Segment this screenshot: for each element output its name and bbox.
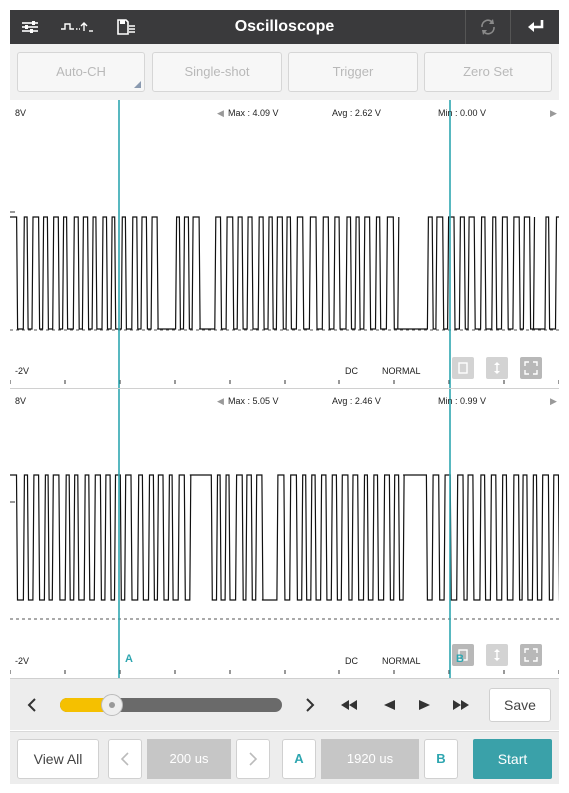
waveform-canvas — [10, 100, 559, 678]
refresh-icon[interactable] — [468, 10, 508, 44]
ch1-fullscreen-button[interactable] — [520, 357, 542, 379]
ch2-coupling: DC — [345, 656, 358, 666]
timebase-increase-button[interactable] — [236, 739, 270, 779]
chevron-right-icon — [306, 698, 315, 712]
view-all-button[interactable]: View All — [17, 739, 99, 779]
cursor-a-marker[interactable]: A — [125, 653, 133, 665]
ch1-max: Max : 4.09 V — [228, 108, 279, 118]
expand-icon — [524, 648, 538, 662]
ch1-min: Min : 0.00 V — [438, 108, 487, 118]
timebase-value: 200 us — [147, 739, 231, 779]
scroll-right-button[interactable] — [298, 693, 322, 717]
signal-probe-icon[interactable] — [54, 10, 100, 44]
ch2-waveform — [10, 474, 559, 601]
ch2-avg: Avg : 2.46 V — [332, 396, 381, 406]
oscilloscope-app: Oscilloscope Auto-CH Single-shot Trigger… — [0, 0, 569, 793]
fast-rewind-button[interactable] — [336, 693, 362, 717]
ch2-next-arrow-icon[interactable]: ▶ — [550, 396, 557, 407]
updown-arrows-icon — [494, 649, 500, 661]
auto-ch-button[interactable]: Auto-CH — [17, 52, 145, 92]
ch1-avg: Avg : 2.62 V — [332, 108, 381, 118]
cursor-delta-value: 1920 us — [321, 739, 419, 779]
scroll-left-button[interactable] — [20, 693, 44, 717]
timeline-slider-knob[interactable] — [101, 694, 123, 716]
scope-display[interactable]: 8V ◀ Max : 4.09 V Avg : 2.62 V Min : 0.0… — [10, 100, 559, 678]
timeline-slider[interactable] — [60, 694, 282, 716]
ch2-vertical-scale-button[interactable] — [486, 644, 508, 666]
save-button[interactable]: Save — [489, 688, 551, 722]
cursor-b-marker[interactable]: B — [456, 653, 464, 665]
square-icon — [458, 362, 468, 374]
ch1-next-arrow-icon[interactable]: ▶ — [550, 108, 557, 119]
updown-arrows-icon — [494, 362, 500, 374]
ch1-vertical-scale-button[interactable] — [486, 357, 508, 379]
ch2-max: Max : 5.05 V — [228, 396, 279, 406]
ch1-waveform — [10, 216, 559, 330]
header-divider — [465, 10, 466, 44]
expand-icon — [524, 361, 538, 375]
chevron-left-icon — [120, 752, 129, 766]
fast-forward-button[interactable] — [448, 693, 474, 717]
chevron-right-icon — [249, 752, 258, 766]
save-file-icon[interactable] — [106, 10, 146, 44]
start-button[interactable]: Start — [473, 739, 552, 779]
ch1-bottom-label: -2V — [15, 366, 30, 376]
trigger-button[interactable]: Trigger — [288, 52, 418, 92]
fast-rewind-icon — [341, 700, 357, 710]
ch2-fullscreen-button[interactable] — [520, 644, 542, 666]
ch1-channel-toggle-button[interactable] — [452, 357, 474, 379]
ch2-mode: NORMAL — [382, 656, 421, 666]
ch1-mode: NORMAL — [382, 366, 421, 376]
trigger-label: Trigger — [332, 64, 374, 79]
ch2-prev-arrow-icon[interactable]: ◀ — [217, 396, 224, 407]
step-back-button[interactable] — [376, 693, 402, 717]
cursor-a-button[interactable]: A — [282, 739, 316, 779]
back-arrow-icon[interactable] — [516, 10, 556, 44]
play-reverse-icon — [384, 700, 395, 710]
ch1-prev-arrow-icon[interactable]: ◀ — [217, 108, 224, 119]
zero-set-button[interactable]: Zero Set — [424, 52, 552, 92]
play-icon — [419, 700, 430, 710]
zero-set-label: Zero Set — [463, 64, 513, 79]
ch2-min: Min : 0.99 V — [438, 396, 487, 406]
play-button[interactable] — [412, 693, 438, 717]
cursor-b-button[interactable]: B — [424, 739, 458, 779]
single-shot-label: Single-shot — [184, 64, 250, 79]
ch1-coupling: DC — [345, 366, 358, 376]
scope-toolbar: Auto-CH Single-shot Trigger Zero Set — [10, 44, 559, 100]
auto-ch-label: Auto-CH — [56, 64, 106, 79]
timebase-decrease-button[interactable] — [108, 739, 142, 779]
chevron-left-icon — [27, 698, 36, 712]
playback-bar: Save — [10, 678, 559, 730]
ch2-bottom-label: -2V — [15, 656, 30, 666]
ch2-top-label: 8V — [15, 396, 27, 406]
fast-forward-icon — [453, 700, 469, 710]
single-shot-button[interactable]: Single-shot — [152, 52, 282, 92]
header-divider — [510, 10, 511, 44]
settings-sliders-icon[interactable] — [10, 10, 50, 44]
dropdown-corner-icon — [134, 81, 141, 88]
channel-divider — [10, 388, 559, 389]
title-bar: Oscilloscope — [10, 10, 559, 44]
ch1-top-label: 8V — [15, 108, 27, 118]
bottom-control-bar: View All 200 us A 1920 us B Start — [10, 731, 559, 784]
